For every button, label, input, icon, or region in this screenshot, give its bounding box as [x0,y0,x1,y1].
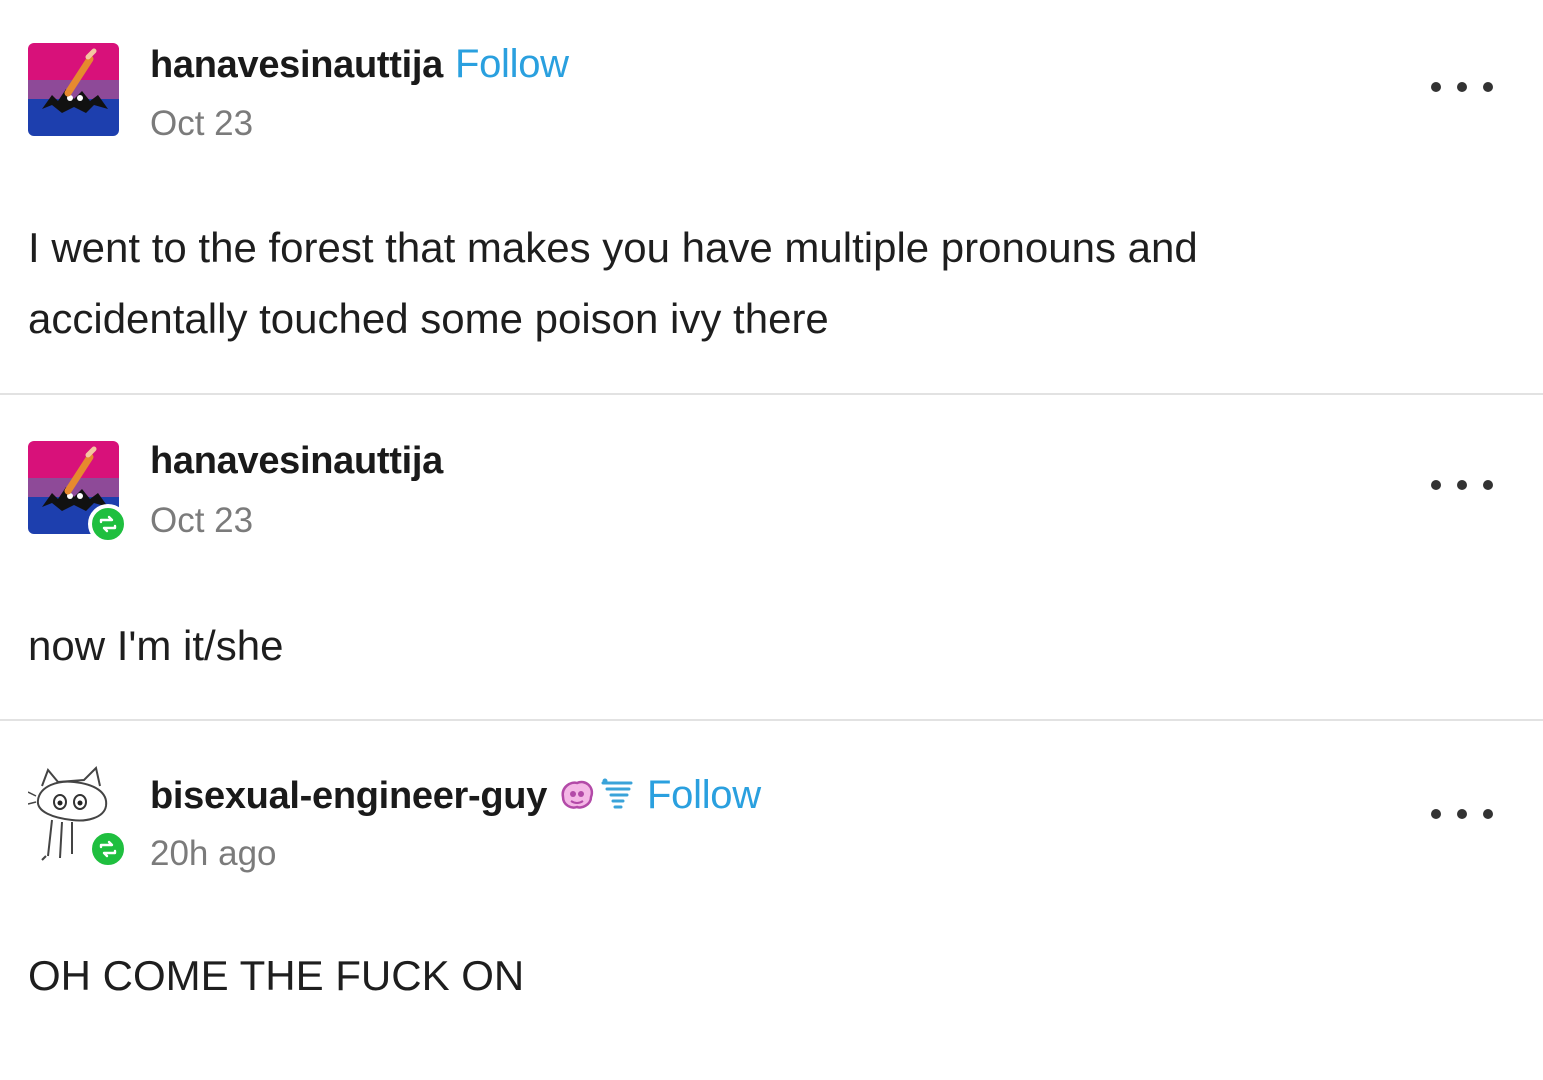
more-options-icon[interactable] [1431,77,1493,97]
more-options-icon[interactable] [1431,475,1493,495]
post-body-line: OH COME THE FUCK ON [28,952,525,999]
username-text[interactable]: bisexual-engineer-guy [150,775,547,817]
username-text[interactable]: hanavesinauttija [150,440,443,482]
avatar[interactable] [28,441,128,544]
blue-tornado-badge-icon[interactable] [601,777,635,813]
post-body-line: accidentally touched some poison ivy the… [28,295,829,342]
reblog-badge-icon [88,504,128,544]
post-username[interactable]: hanavesinauttija [150,440,443,483]
post-body: I went to the forest that makes you have… [28,212,1488,354]
bi-flag-bat-avatar-icon [28,43,119,136]
post-body-line: now I'm it/she [28,622,284,669]
follow-button[interactable]: Follow [647,773,761,817]
post-body: OH COME THE FUCK ON [28,940,1488,1011]
post-date[interactable]: 20h ago [150,834,277,874]
post-reblog: bisexual-engineer-guy Follow 20h ago OH … [0,721,1543,1080]
avatar[interactable] [27,766,128,869]
post-date[interactable]: Oct 23 [150,104,253,144]
post-username[interactable]: bisexual-engineer-guy Follow [150,773,761,818]
more-options-icon[interactable] [1431,804,1493,824]
post-reblog: hanavesinauttija Oct 23 now I'm it/she [0,395,1543,720]
user-badges[interactable] [557,777,635,813]
follow-button[interactable]: Follow [455,42,569,86]
post-body: now I'm it/she [28,610,1488,681]
username-text[interactable]: hanavesinauttija [150,44,443,86]
reblog-badge-icon [88,829,128,869]
post-original: hanavesinauttija Follow Oct 23 I went to … [0,0,1543,395]
purple-brain-badge-icon[interactable] [557,777,597,813]
post-username[interactable]: hanavesinauttija Follow [150,42,569,87]
post-body-line: I went to the forest that makes you have… [28,224,1198,271]
post-date[interactable]: Oct 23 [150,501,253,541]
avatar[interactable] [28,43,119,136]
